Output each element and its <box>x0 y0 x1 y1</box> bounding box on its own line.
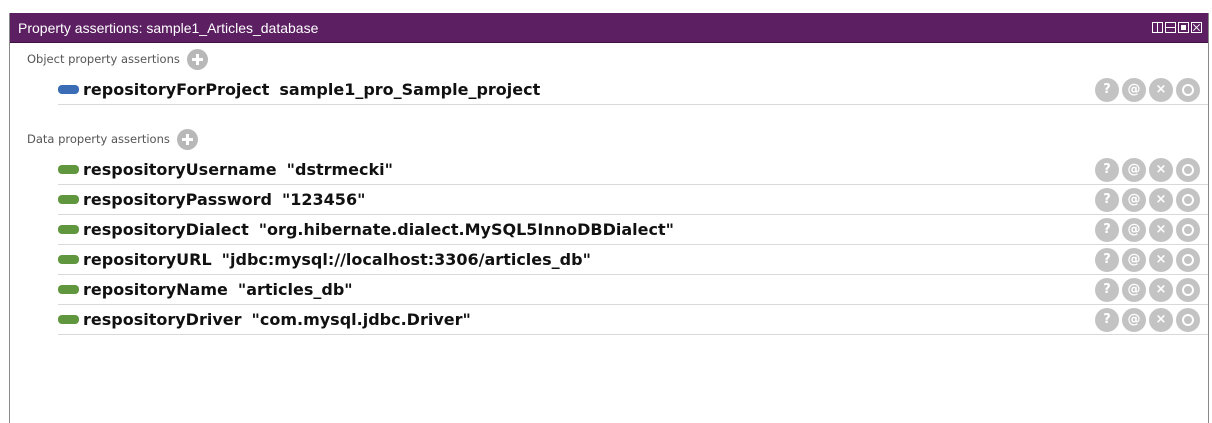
property-name: respositoryDialect <box>83 220 249 239</box>
assertion-row[interactable]: repositoryForProject sample1_pro_Sample_… <box>58 75 1208 105</box>
help-button[interactable]: ? <box>1095 307 1119 332</box>
property-value: "articles_db" <box>237 280 353 299</box>
help-button[interactable]: ? <box>1095 247 1119 272</box>
panel-content: Object property assertions repositoryFor… <box>10 43 1208 335</box>
assertion-row[interactable]: repositoryName "articles_db" ? @ × <box>58 275 1208 305</box>
annotate-button[interactable]: @ <box>1122 217 1146 242</box>
object-property-label: Object property assertions <box>27 52 180 66</box>
edit-button[interactable] <box>1176 307 1200 332</box>
property-name: repositoryName <box>83 280 228 299</box>
row-actions: ? @ × <box>1095 307 1200 332</box>
property-icon <box>58 285 79 294</box>
assertion-row[interactable]: repositoryURL "jdbc:mysql://localhost:33… <box>58 245 1208 275</box>
edit-button[interactable] <box>1176 217 1200 242</box>
window-controls <box>1152 22 1202 33</box>
data-property-section: Data property assertions respositoryUser… <box>20 123 1208 335</box>
annotate-button[interactable]: @ <box>1122 187 1146 212</box>
help-button[interactable]: ? <box>1095 77 1119 102</box>
delete-button[interactable]: × <box>1149 247 1173 272</box>
assertion-content: respositoryPassword "123456" <box>58 190 365 209</box>
assertion-row[interactable]: respositoryUsername "dstrmecki" ? @ × <box>58 155 1208 185</box>
delete-button[interactable]: × <box>1149 307 1173 332</box>
edit-button[interactable] <box>1176 277 1200 302</box>
annotate-button[interactable]: @ <box>1122 157 1146 182</box>
assertion-content: respositoryUsername "dstrmecki" <box>58 160 393 179</box>
property-name: respositoryDriver <box>83 310 242 329</box>
edit-button[interactable] <box>1176 187 1200 212</box>
annotate-button[interactable]: @ <box>1122 307 1146 332</box>
property-value: "123456" <box>281 190 366 209</box>
object-property-section: Object property assertions repositoryFor… <box>20 43 1208 105</box>
assertion-content: repositoryURL "jdbc:mysql://localhost:33… <box>58 250 591 269</box>
property-value: sample1_pro_Sample_project <box>279 80 541 99</box>
assertion-row[interactable]: respositoryDialect "org.hibernate.dialec… <box>58 215 1208 245</box>
row-actions: ? @ × <box>1095 247 1200 272</box>
add-data-property-button[interactable] <box>176 128 198 150</box>
property-name: repositoryForProject <box>83 80 270 99</box>
property-value: "jdbc:mysql://localhost:3306/articles_db… <box>221 250 591 269</box>
property-value: "dstrmecki" <box>286 160 393 179</box>
row-actions: ? @ × <box>1095 77 1200 102</box>
assertion-content: repositoryName "articles_db" <box>58 280 353 299</box>
delete-button[interactable]: × <box>1149 77 1173 102</box>
add-object-property-button[interactable] <box>186 48 208 70</box>
property-icon <box>58 165 79 174</box>
delete-button[interactable]: × <box>1149 187 1173 212</box>
help-button[interactable]: ? <box>1095 187 1119 212</box>
delete-button[interactable]: × <box>1149 157 1173 182</box>
data-property-label: Data property assertions <box>27 132 170 146</box>
property-icon <box>58 195 79 204</box>
help-button[interactable]: ? <box>1095 277 1119 302</box>
edit-button[interactable] <box>1176 77 1200 102</box>
help-button[interactable]: ? <box>1095 217 1119 242</box>
panel-title: Property assertions: sample1_Articles_da… <box>18 19 319 36</box>
property-name: respositoryUsername <box>83 160 277 179</box>
assertion-content: respositoryDriver "com.mysql.jdbc.Driver… <box>58 310 471 329</box>
close-icon[interactable] <box>1191 22 1202 33</box>
annotate-button[interactable]: @ <box>1122 77 1146 102</box>
property-assertions-panel: Property assertions: sample1_Articles_da… <box>9 13 1209 423</box>
split-horizontal-icon[interactable] <box>1165 22 1176 33</box>
assertion-row[interactable]: respositoryPassword "123456" ? @ × <box>58 185 1208 215</box>
property-name: respositoryPassword <box>83 190 272 209</box>
row-actions: ? @ × <box>1095 187 1200 212</box>
delete-button[interactable]: × <box>1149 277 1173 302</box>
section-header: Object property assertions <box>20 43 1208 75</box>
panel-titlebar: Property assertions: sample1_Articles_da… <box>10 13 1208 43</box>
property-icon <box>58 255 79 264</box>
property-icon <box>58 225 79 234</box>
edit-button[interactable] <box>1176 247 1200 272</box>
property-name: repositoryURL <box>83 250 212 269</box>
assertion-content: respositoryDialect "org.hibernate.dialec… <box>58 220 674 239</box>
assertion-content: repositoryForProject sample1_pro_Sample_… <box>58 80 540 99</box>
property-icon <box>58 315 79 324</box>
section-header: Data property assertions <box>20 123 1208 155</box>
row-actions: ? @ × <box>1095 277 1200 302</box>
delete-button[interactable]: × <box>1149 217 1173 242</box>
row-actions: ? @ × <box>1095 157 1200 182</box>
property-value: "org.hibernate.dialect.MySQL5InnoDBDiale… <box>258 220 674 239</box>
row-actions: ? @ × <box>1095 217 1200 242</box>
annotate-button[interactable]: @ <box>1122 277 1146 302</box>
edit-button[interactable] <box>1176 157 1200 182</box>
split-vertical-icon[interactable] <box>1152 22 1163 33</box>
help-button[interactable]: ? <box>1095 157 1119 182</box>
assertion-row[interactable]: respositoryDriver "com.mysql.jdbc.Driver… <box>58 305 1208 335</box>
property-icon <box>58 85 79 94</box>
maximize-icon[interactable] <box>1178 22 1189 33</box>
property-value: "com.mysql.jdbc.Driver" <box>251 310 471 329</box>
annotate-button[interactable]: @ <box>1122 247 1146 272</box>
